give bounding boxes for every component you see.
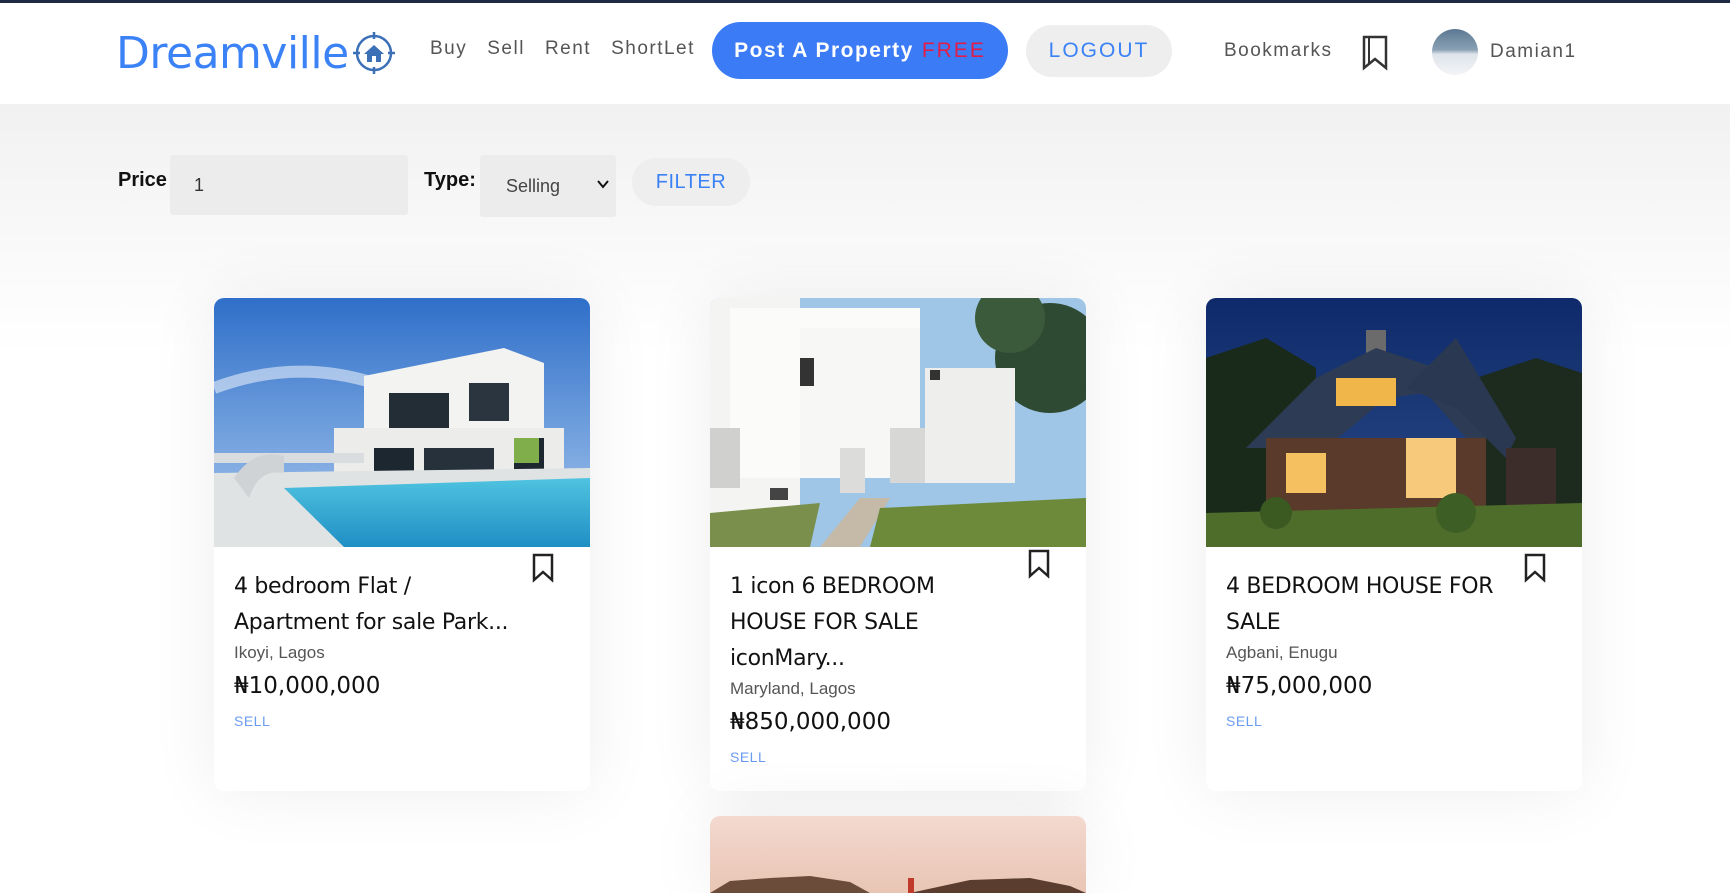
nav-sell[interactable]: Sell — [487, 38, 525, 60]
listing-location: Maryland, Lagos — [730, 679, 856, 698]
post-property-button[interactable]: Post A Property FREE — [712, 22, 1008, 79]
listing-card[interactable]: 4 bedroom Flat / Apartment for sale Park… — [214, 298, 590, 791]
nav-buy[interactable]: Buy — [430, 38, 467, 60]
listing-tag: SELL — [1226, 713, 1263, 729]
listing-price: ₦10,000,000 — [234, 673, 381, 699]
listing-card[interactable] — [710, 816, 1086, 893]
listing-image[interactable] — [1206, 298, 1582, 547]
bookmark-icon[interactable] — [1028, 549, 1050, 579]
logo-text: Dreamville — [116, 27, 349, 79]
price-input[interactable] — [170, 155, 408, 215]
post-property-free: FREE — [921, 38, 986, 62]
listing-image[interactable] — [710, 298, 1086, 547]
listing-location: Agbani, Enugu — [1226, 643, 1338, 662]
listing-tag: SELL — [730, 749, 767, 765]
listing-title[interactable]: 1 icon 6 BEDROOM HOUSE FOR SALE iconMary… — [730, 569, 1010, 677]
logout-button[interactable]: LOGOUT — [1026, 25, 1172, 77]
listing-card[interactable]: 1 icon 6 BEDROOM HOUSE FOR SALE iconMary… — [710, 298, 1086, 791]
bookmark-icon[interactable] — [532, 553, 554, 583]
listing-price: ₦850,000,000 — [730, 709, 891, 735]
bookmark-icon[interactable] — [1361, 35, 1389, 71]
avatar[interactable] — [1432, 29, 1478, 75]
nav-rent[interactable]: Rent — [545, 38, 591, 60]
listing-price: ₦75,000,000 — [1226, 673, 1373, 699]
house-target-icon — [352, 32, 395, 74]
listing-image[interactable] — [710, 816, 1086, 893]
filter-button[interactable]: FILTER — [632, 158, 750, 206]
type-select-value: Selling — [506, 175, 561, 196]
main-nav: Buy Sell Rent ShortLet — [430, 38, 695, 60]
listing-location: Ikoyi, Lagos — [234, 643, 325, 662]
site-header: Dreamville Buy Sell Rent ShortLet Post A… — [0, 3, 1730, 104]
bookmark-icon[interactable] — [1524, 553, 1546, 583]
chevron-down-icon — [597, 180, 609, 189]
username[interactable]: Damian1 — [1490, 41, 1577, 63]
listing-title[interactable]: 4 BEDROOM HOUSE FOR SALE — [1226, 569, 1506, 641]
type-select[interactable]: Selling — [480, 155, 616, 217]
type-label: Type: — [424, 169, 476, 191]
bookmarks-link[interactable]: Bookmarks — [1224, 40, 1333, 62]
site-logo[interactable]: Dreamville — [116, 25, 397, 81]
listing-card[interactable]: 4 BEDROOM HOUSE FOR SALE Agbani, Enugu ₦… — [1206, 298, 1582, 791]
listing-photo-white-house — [710, 298, 1086, 547]
post-property-label: Post A Property — [734, 38, 914, 62]
listing-photo-villa-pool — [214, 298, 590, 547]
listing-tag: SELL — [234, 713, 271, 729]
listing-title[interactable]: 4 bedroom Flat / Apartment for sale Park… — [234, 569, 514, 641]
listing-image[interactable] — [214, 298, 590, 547]
price-label: Price — [118, 169, 167, 191]
nav-shortlet[interactable]: ShortLet — [611, 38, 695, 60]
listing-photo-lodge-night — [1206, 298, 1582, 547]
listing-photo-coast — [710, 816, 1086, 893]
